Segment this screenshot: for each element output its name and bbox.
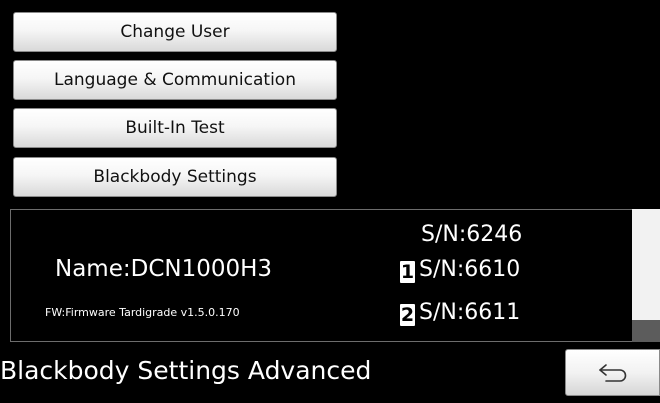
- firmware-version: FW:Firmware Tardigrade v1.5.0.170: [45, 306, 240, 319]
- source-2-serial-number: S/N:6611: [419, 300, 521, 325]
- device-serial-number: S/N:6246: [421, 222, 523, 247]
- language-communication-button[interactable]: Language & Communication: [13, 60, 337, 100]
- back-arrow-icon: [598, 363, 626, 382]
- source-2-serial-row: 2 S/N:6611: [400, 300, 520, 326]
- built-in-test-button[interactable]: Built-In Test: [13, 108, 337, 148]
- info-panel-scrollbar[interactable]: [632, 209, 660, 342]
- device-info-panel: Name:DCN1000H3 FW:Firmware Tardigrade v1…: [10, 209, 634, 342]
- source-1-serial-number: S/N:6610: [419, 257, 521, 282]
- source-1-serial-row: 1 S/N:6610: [400, 257, 520, 283]
- scrollbar-thumb[interactable]: [632, 320, 660, 342]
- source-1-index-badge: 1: [400, 261, 415, 283]
- page-title: Blackbody Settings Advanced: [0, 356, 372, 385]
- device-name: Name:DCN1000H3: [55, 256, 273, 282]
- change-user-button[interactable]: Change User: [13, 12, 337, 52]
- back-button[interactable]: [565, 349, 660, 396]
- blackbody-settings-button[interactable]: Blackbody Settings: [13, 157, 337, 197]
- source-2-index-badge: 2: [400, 304, 415, 326]
